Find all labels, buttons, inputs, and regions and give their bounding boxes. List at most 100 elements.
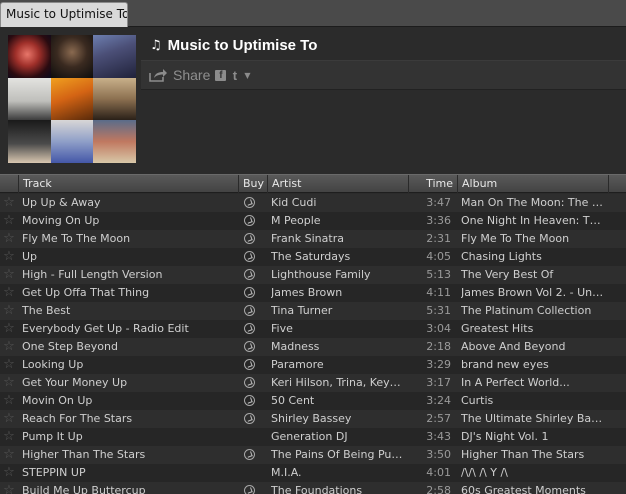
buy-cell[interactable] bbox=[244, 212, 264, 230]
star-icon[interactable]: ☆ bbox=[0, 194, 18, 212]
star-icon[interactable]: ☆ bbox=[0, 464, 18, 482]
column-header-time[interactable]: Time bbox=[408, 175, 457, 193]
buy-icon[interactable] bbox=[244, 413, 255, 424]
table-row[interactable]: ☆ Reach For The Stars Shirley Bassey 2:57 Th… bbox=[0, 410, 626, 428]
table-row[interactable]: ☆ One Step Beyond Madness 2:18 Above And Bey… bbox=[0, 338, 626, 356]
track-album[interactable]: Curtis bbox=[461, 392, 604, 410]
track-artist[interactable]: Madness bbox=[271, 338, 405, 356]
table-row[interactable]: ☆ Everybody Get Up - Radio Edit Five 3:04 Gr… bbox=[0, 320, 626, 338]
buy-icon[interactable] bbox=[244, 305, 255, 316]
column-header-track[interactable]: Track bbox=[18, 175, 238, 193]
track-artist[interactable]: Kid Cudi bbox=[271, 194, 405, 212]
table-row[interactable]: ☆ Up The Saturdays 4:05 Chasing Lights bbox=[0, 248, 626, 266]
track-artist[interactable]: The Pains Of Being Pure ... bbox=[271, 446, 405, 464]
buy-icon[interactable] bbox=[244, 377, 255, 388]
star-icon[interactable]: ☆ bbox=[0, 428, 18, 446]
track-album[interactable]: Higher Than The Stars bbox=[461, 446, 604, 464]
track-artist[interactable]: Lighthouse Family bbox=[271, 266, 405, 284]
tab-playlist[interactable]: Music to Uptimise To bbox=[0, 2, 128, 27]
column-header-star[interactable] bbox=[0, 175, 18, 193]
buy-icon[interactable] bbox=[244, 485, 255, 494]
buy-icon[interactable] bbox=[244, 449, 255, 460]
album-art-mosaic[interactable] bbox=[8, 35, 136, 163]
track-album[interactable]: Chasing Lights bbox=[461, 248, 604, 266]
buy-cell[interactable] bbox=[244, 392, 264, 410]
star-icon[interactable]: ☆ bbox=[0, 356, 18, 374]
star-icon[interactable]: ☆ bbox=[0, 302, 18, 320]
track-album[interactable]: Greatest Hits bbox=[461, 320, 604, 338]
column-header-album[interactable]: Album bbox=[457, 175, 608, 193]
table-row[interactable]: ☆ STEPPIN UP M.I.A. 4:01 /\/\ /\ Y /\ bbox=[0, 464, 626, 482]
track-album[interactable]: DJ's Night Vol. 1 bbox=[461, 428, 604, 446]
track-artist[interactable]: Keri Hilson, Trina, Keyshi... bbox=[271, 374, 405, 392]
table-row[interactable]: ☆ Get Your Money Up Keri Hilson, Trina, Ke… bbox=[0, 374, 626, 392]
star-icon[interactable]: ☆ bbox=[0, 482, 18, 494]
star-icon[interactable]: ☆ bbox=[0, 374, 18, 392]
buy-cell[interactable] bbox=[244, 230, 264, 248]
track-artist[interactable]: Paramore bbox=[271, 356, 405, 374]
track-album[interactable]: /\/\ /\ Y /\ bbox=[461, 464, 604, 482]
star-icon[interactable]: ☆ bbox=[0, 248, 18, 266]
track-artist[interactable]: Five bbox=[271, 320, 405, 338]
track-artist[interactable]: M.I.A. bbox=[271, 464, 405, 482]
facebook-icon[interactable]: f bbox=[215, 69, 227, 81]
buy-icon[interactable] bbox=[244, 269, 255, 280]
buy-icon[interactable] bbox=[244, 323, 255, 334]
star-icon[interactable]: ☆ bbox=[0, 230, 18, 248]
track-artist[interactable]: Frank Sinatra bbox=[271, 230, 405, 248]
star-icon[interactable]: ☆ bbox=[0, 320, 18, 338]
star-icon[interactable]: ☆ bbox=[0, 410, 18, 428]
track-album[interactable]: One Night In Heaven: The ... bbox=[461, 212, 604, 230]
buy-icon[interactable] bbox=[244, 251, 255, 262]
star-icon[interactable]: ☆ bbox=[0, 338, 18, 356]
track-album[interactable]: The Ultimate Shirley Bassey bbox=[461, 410, 604, 428]
track-artist[interactable]: The Saturdays bbox=[271, 248, 405, 266]
column-header-buy[interactable]: Buy bbox=[238, 175, 267, 193]
buy-cell[interactable] bbox=[244, 338, 264, 356]
buy-cell[interactable] bbox=[244, 374, 264, 392]
track-artist[interactable]: M People bbox=[271, 212, 405, 230]
table-row[interactable]: ☆ High - Full Length Version Lighthouse Fa… bbox=[0, 266, 626, 284]
buy-cell[interactable] bbox=[244, 302, 264, 320]
share-button[interactable]: Share bbox=[173, 67, 210, 83]
caret-down-icon[interactable]: ▼ bbox=[244, 71, 250, 80]
track-album[interactable]: Fly Me To The Moon bbox=[461, 230, 604, 248]
track-artist[interactable]: The Foundations bbox=[271, 482, 405, 494]
star-icon[interactable]: ☆ bbox=[0, 284, 18, 302]
buy-icon[interactable] bbox=[244, 233, 255, 244]
table-row[interactable]: ☆ Movin On Up 50 Cent 3:24 Curtis bbox=[0, 392, 626, 410]
star-icon[interactable]: ☆ bbox=[0, 212, 18, 230]
track-artist[interactable]: Shirley Bassey bbox=[271, 410, 405, 428]
buy-cell[interactable] bbox=[244, 320, 264, 338]
star-icon[interactable]: ☆ bbox=[0, 266, 18, 284]
table-row[interactable]: ☆ Higher Than The Stars The Pains Of Being… bbox=[0, 446, 626, 464]
track-artist[interactable]: Generation DJ bbox=[271, 428, 405, 446]
table-row[interactable]: ☆ Moving On Up M People 3:36 One Night In He… bbox=[0, 212, 626, 230]
table-row[interactable]: ☆ Pump It Up Generation DJ 3:43 DJ's Night V… bbox=[0, 428, 626, 446]
share-arrow-icon[interactable] bbox=[149, 68, 167, 82]
buy-icon[interactable] bbox=[244, 215, 255, 226]
buy-icon[interactable] bbox=[244, 341, 255, 352]
table-row[interactable]: ☆ Build Me Up Buttercup The Foundations 2:5… bbox=[0, 482, 626, 494]
star-icon[interactable]: ☆ bbox=[0, 392, 18, 410]
track-album[interactable]: The Very Best Of bbox=[461, 266, 604, 284]
track-artist[interactable]: 50 Cent bbox=[271, 392, 405, 410]
table-row[interactable]: ☆ The Best Tina Turner 5:31 The Platinum Col… bbox=[0, 302, 626, 320]
buy-icon[interactable] bbox=[244, 395, 255, 406]
table-row[interactable]: ☆ Looking Up Paramore 3:29 brand new eyes bbox=[0, 356, 626, 374]
table-row[interactable]: ☆ Up Up & Away Kid Cudi 3:47 Man On The Moon… bbox=[0, 194, 626, 212]
track-album[interactable]: Above And Beyond bbox=[461, 338, 604, 356]
buy-cell[interactable] bbox=[244, 248, 264, 266]
buy-cell[interactable] bbox=[244, 356, 264, 374]
track-artist[interactable]: James Brown bbox=[271, 284, 405, 302]
table-row[interactable]: ☆ Get Up Offa That Thing James Brown 4:11 Ja… bbox=[0, 284, 626, 302]
track-album[interactable]: The Platinum Collection bbox=[461, 302, 604, 320]
buy-cell[interactable] bbox=[244, 284, 264, 302]
track-album[interactable]: 60s Greatest Moments bbox=[461, 482, 604, 494]
column-header-artist[interactable]: Artist bbox=[267, 175, 408, 193]
buy-cell[interactable] bbox=[244, 266, 264, 284]
track-album[interactable]: James Brown Vol 2. - Unive... bbox=[461, 284, 604, 302]
buy-cell[interactable] bbox=[244, 482, 264, 494]
buy-icon[interactable] bbox=[244, 197, 255, 208]
buy-cell[interactable] bbox=[244, 194, 264, 212]
